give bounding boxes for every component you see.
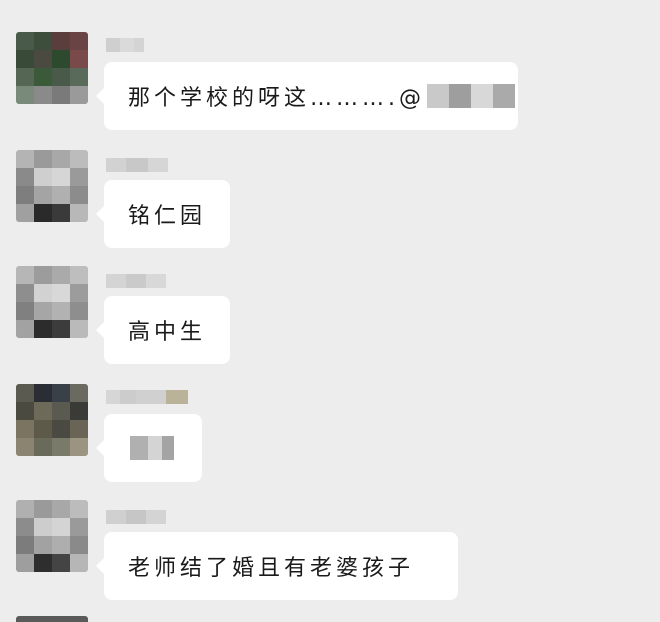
message-extra-text: 这……….@ [284,86,426,111]
message-text: 老师结了婚且有老婆孩子 [128,556,415,581]
sender-name-redacted [106,510,166,524]
message-bubble[interactable]: 高中生 [96,296,230,364]
mention-redacted [427,84,516,108]
message-text: 铭仁园 [128,204,207,229]
avatar[interactable] [16,266,88,338]
message-text: 高中生 [128,320,207,345]
message-bubble[interactable]: 老师结了婚且有老婆孩子 [96,532,458,600]
sender-name-redacted [106,38,144,52]
sender-name-redacted [106,390,188,404]
avatar[interactable] [16,150,88,222]
avatar[interactable] [16,616,88,622]
avatar[interactable] [16,32,88,104]
message-bubble[interactable]: 铭仁园 [96,180,230,248]
message-redacted [130,436,174,460]
message-bubble[interactable]: 那个学校的呀 这……….@ [96,62,518,130]
message-text: 那个学校的呀 [128,86,285,111]
sender-name-redacted [106,274,166,288]
message-bubble[interactable] [96,414,202,482]
sender-name-redacted [106,158,168,172]
avatar[interactable] [16,500,88,572]
avatar[interactable] [16,384,88,456]
